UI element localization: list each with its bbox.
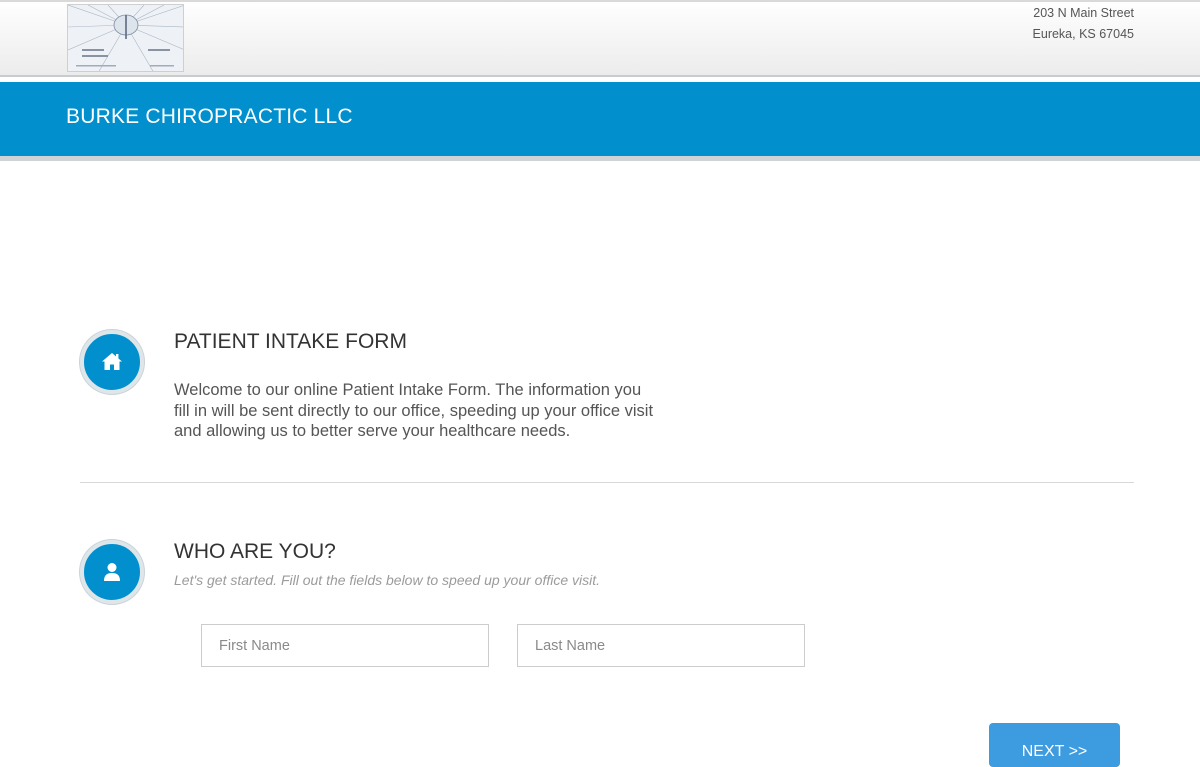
clinic-name-heading: BURKE CHIROPRACTIC LLC xyxy=(66,105,353,128)
intake-form-description: Welcome to our online Patient Intake For… xyxy=(174,381,654,441)
first-name-input[interactable] xyxy=(201,624,489,667)
section-divider xyxy=(80,482,1134,483)
logo-graphic xyxy=(68,5,183,71)
who-are-you-title: WHO ARE YOU? xyxy=(174,540,336,563)
user-icon xyxy=(80,540,144,604)
home-icon xyxy=(80,330,144,394)
who-are-you-subtitle: Let's get started. Fill out the fields b… xyxy=(174,572,601,588)
clinic-logo[interactable] xyxy=(67,4,184,72)
last-name-input[interactable] xyxy=(517,624,805,667)
address-line-street: 203 N Main Street xyxy=(1033,6,1134,20)
top-header: 203 N Main Street Eureka, KS 67045 xyxy=(0,0,1200,77)
clinic-address: 203 N Main Street Eureka, KS 67045 xyxy=(1033,3,1134,44)
intake-form-title: PATIENT INTAKE FORM xyxy=(174,330,407,353)
address-line-city: Eureka, KS 67045 xyxy=(1032,26,1134,41)
banner-divider xyxy=(0,156,1200,161)
next-button[interactable]: NEXT >> xyxy=(989,723,1120,767)
